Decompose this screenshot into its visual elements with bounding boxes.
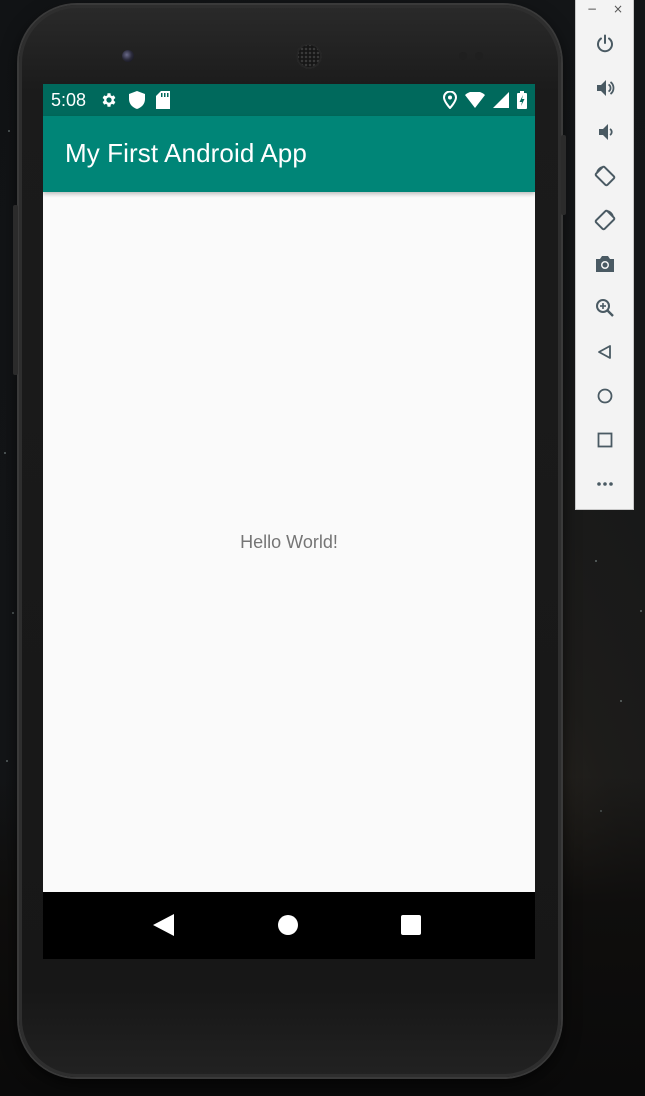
rotate-right-icon bbox=[594, 209, 616, 231]
sd-card-icon bbox=[156, 91, 171, 109]
app-bar: My First Android App bbox=[43, 116, 535, 192]
more-icon bbox=[596, 481, 614, 487]
zoom-button[interactable] bbox=[586, 291, 624, 325]
home-circle-icon bbox=[597, 388, 613, 404]
app-title: My First Android App bbox=[65, 138, 307, 168]
power-icon bbox=[595, 34, 615, 54]
settings-icon bbox=[100, 91, 118, 109]
volume-down-button[interactable] bbox=[586, 115, 624, 149]
power-button[interactable] bbox=[586, 27, 624, 61]
wifi-icon bbox=[465, 92, 485, 108]
rotate-left-button[interactable] bbox=[586, 159, 624, 193]
volume-up-button[interactable] bbox=[586, 71, 624, 105]
volume-down-icon bbox=[595, 122, 615, 142]
emulator-back-button[interactable] bbox=[586, 335, 624, 369]
front-camera bbox=[122, 50, 134, 62]
zoom-icon bbox=[595, 298, 615, 318]
camera-icon bbox=[594, 254, 616, 274]
location-icon bbox=[443, 91, 457, 109]
back-triangle-icon bbox=[597, 344, 613, 360]
device-screen: 5:08 My First Android App Hello World! bbox=[43, 84, 535, 959]
light-sensor bbox=[475, 52, 483, 60]
power-side-button bbox=[561, 135, 566, 215]
back-icon[interactable] bbox=[153, 914, 175, 940]
signal-icon bbox=[493, 92, 509, 108]
status-bar: 5:08 bbox=[43, 84, 535, 116]
proximity-sensor bbox=[459, 52, 467, 60]
home-icon[interactable] bbox=[278, 915, 298, 939]
screenshot-button[interactable] bbox=[586, 247, 624, 281]
volume-rocker bbox=[13, 205, 18, 375]
main-content: Hello World! bbox=[43, 192, 535, 892]
status-time: 5:08 bbox=[51, 89, 87, 110]
close-button[interactable]: × bbox=[613, 2, 623, 16]
minimize-button[interactable]: − bbox=[587, 2, 597, 16]
shield-icon bbox=[129, 91, 146, 109]
emulator-toolbar: − × bbox=[575, 0, 634, 510]
earpiece-speaker bbox=[296, 43, 322, 69]
recents-icon[interactable] bbox=[401, 915, 421, 939]
rotate-right-button[interactable] bbox=[586, 203, 624, 237]
overview-square-icon bbox=[597, 432, 613, 448]
hello-world-text: Hello World! bbox=[240, 532, 338, 552]
volume-up-icon bbox=[595, 78, 615, 98]
battery-charging-icon bbox=[517, 91, 527, 109]
emulator-overview-button[interactable] bbox=[586, 423, 624, 457]
rotate-left-icon bbox=[594, 165, 616, 187]
emulator-home-button[interactable] bbox=[586, 379, 624, 413]
more-options-button[interactable] bbox=[586, 467, 624, 501]
navigation-bar bbox=[43, 892, 535, 959]
